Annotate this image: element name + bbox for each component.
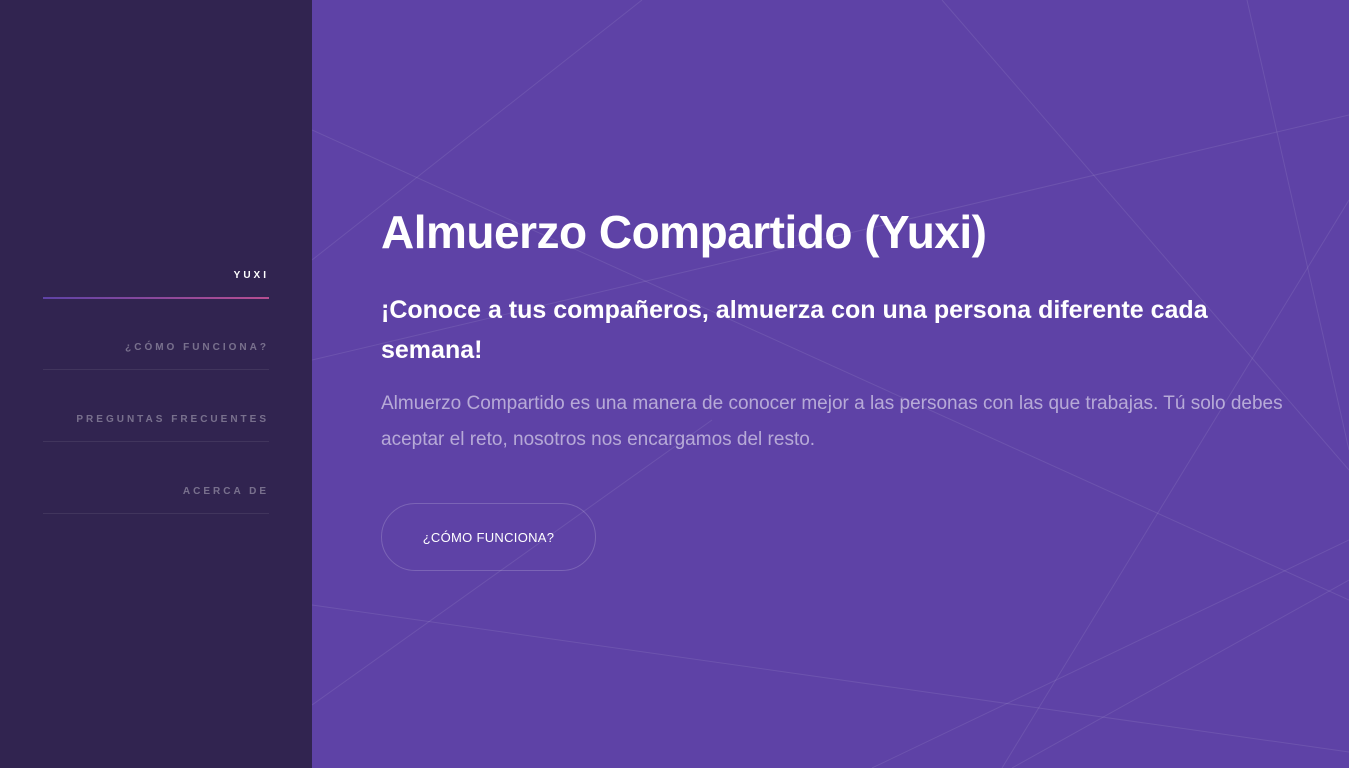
divider <box>43 513 269 514</box>
hero-subtitle: ¡Conoce a tus compañeros, almuerza con u… <box>381 296 1208 364</box>
hero-section: Almuerzo Compartido (Yuxi) ¡Conoce a tus… <box>381 200 1301 458</box>
hero-description: Almuerzo Compartido es una manera de con… <box>381 393 1283 450</box>
sidebar-nav: Yuxi ¿Cómo funciona? Preguntas frecuente… <box>43 259 269 547</box>
sidebar-item-label: ¿Cómo funciona? <box>125 342 269 353</box>
page-title: Almuerzo Compartido (Yuxi) <box>381 206 987 258</box>
active-underline <box>43 297 269 299</box>
sidebar: Yuxi ¿Cómo funciona? Preguntas frecuente… <box>0 0 312 768</box>
divider <box>43 441 269 442</box>
sidebar-item-preguntas-frecuentes[interactable]: Preguntas frecuentes <box>43 403 269 475</box>
sidebar-item-como-funciona[interactable]: ¿Cómo funciona? <box>43 331 269 403</box>
divider <box>43 369 269 370</box>
sidebar-item-label: Preguntas frecuentes <box>76 414 269 425</box>
sidebar-item-acerca-de[interactable]: Acerca de <box>43 475 269 547</box>
sidebar-item-label: Acerca de <box>182 486 269 497</box>
sidebar-item-label: Yuxi <box>233 270 269 281</box>
como-funciona-button[interactable]: ¿CÓMO FUNCIONA? <box>381 503 596 571</box>
sidebar-item-yuxi[interactable]: Yuxi <box>43 259 269 331</box>
